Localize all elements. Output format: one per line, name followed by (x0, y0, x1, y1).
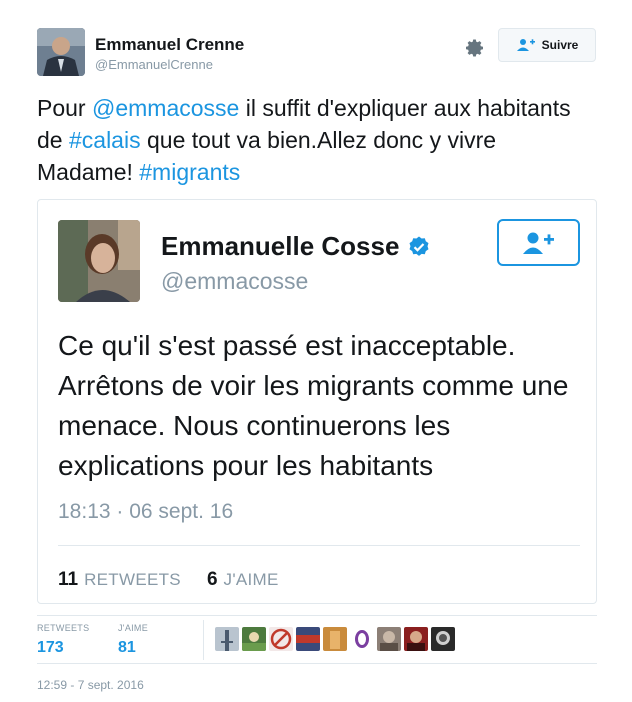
liker-avatar[interactable] (215, 627, 239, 651)
mention-link[interactable]: @emmacosse (92, 95, 239, 121)
quoted-stats: 11 RETWEETS 6 J'AIME (58, 569, 279, 591)
tweet-text-part: Pour (37, 95, 92, 121)
liker-avatar[interactable] (269, 627, 293, 651)
author-handle[interactable]: @EmmanuelCrenne (95, 57, 213, 72)
quoted-author-handle[interactable]: @emmacosse (161, 268, 308, 295)
verified-badge-icon (409, 236, 429, 256)
follow-button[interactable]: Suivre (498, 28, 596, 62)
quoted-timestamp[interactable]: 18:13 · 06 sept. 16 (58, 500, 233, 524)
like-stat[interactable]: J'AIME 81 (118, 623, 148, 657)
quoted-author-name-row[interactable]: Emmanuelle Cosse (161, 231, 431, 262)
quoted-retweet-label[interactable]: RETWEETS (84, 570, 181, 590)
follow-person-plus-icon (522, 232, 554, 254)
liker-avatar[interactable] (296, 627, 320, 651)
quoted-author-name[interactable]: Emmanuelle Cosse (161, 231, 399, 262)
retweet-stat[interactable]: RETWEETS 173 (37, 623, 89, 657)
hashtag-link[interactable]: #migrants (139, 159, 240, 185)
liker-avatar[interactable] (377, 627, 401, 651)
quoted-tweet-text: Ce qu'il s'est passé est inacceptable. A… (58, 330, 569, 481)
divider (58, 545, 580, 546)
like-stat-label: J'AIME (118, 623, 149, 633)
tweet-timestamp[interactable]: 12:59 - 7 sept. 2016 (37, 678, 144, 692)
divider (37, 615, 597, 616)
quoted-tweet-card[interactable]: Emmanuelle Cosse @emmacosse Ce qu'il s'e… (37, 199, 597, 604)
divider (203, 620, 204, 660)
gear-icon[interactable] (463, 36, 487, 60)
divider (37, 663, 597, 664)
hashtag-link[interactable]: #calais (69, 127, 141, 153)
liker-avatar[interactable] (323, 627, 347, 651)
tweet-text: Pour @emmacosse il suffit d'expliquer au… (37, 92, 597, 188)
retweet-stat-label: RETWEETS (37, 623, 90, 633)
follow-button-label: Suivre (541, 38, 579, 52)
follow-person-plus-icon (516, 39, 535, 51)
quoted-retweet-count[interactable]: 11 (58, 569, 78, 591)
quoted-author-avatar[interactable] (58, 220, 140, 302)
retweet-stat-count[interactable]: 173 (37, 639, 89, 657)
author-avatar[interactable] (37, 28, 85, 76)
liker-avatar[interactable] (350, 627, 374, 651)
like-stat-count[interactable]: 81 (118, 639, 148, 657)
liker-avatar[interactable] (431, 627, 455, 651)
quoted-like-label[interactable]: J'AIME (224, 570, 279, 590)
liker-avatars (215, 627, 455, 651)
quoted-follow-button[interactable] (497, 219, 580, 266)
author-name[interactable]: Emmanuel Crenne (95, 35, 244, 55)
liker-avatar[interactable] (404, 627, 428, 651)
liker-avatar[interactable] (242, 627, 266, 651)
quoted-like-count[interactable]: 6 (207, 569, 218, 591)
